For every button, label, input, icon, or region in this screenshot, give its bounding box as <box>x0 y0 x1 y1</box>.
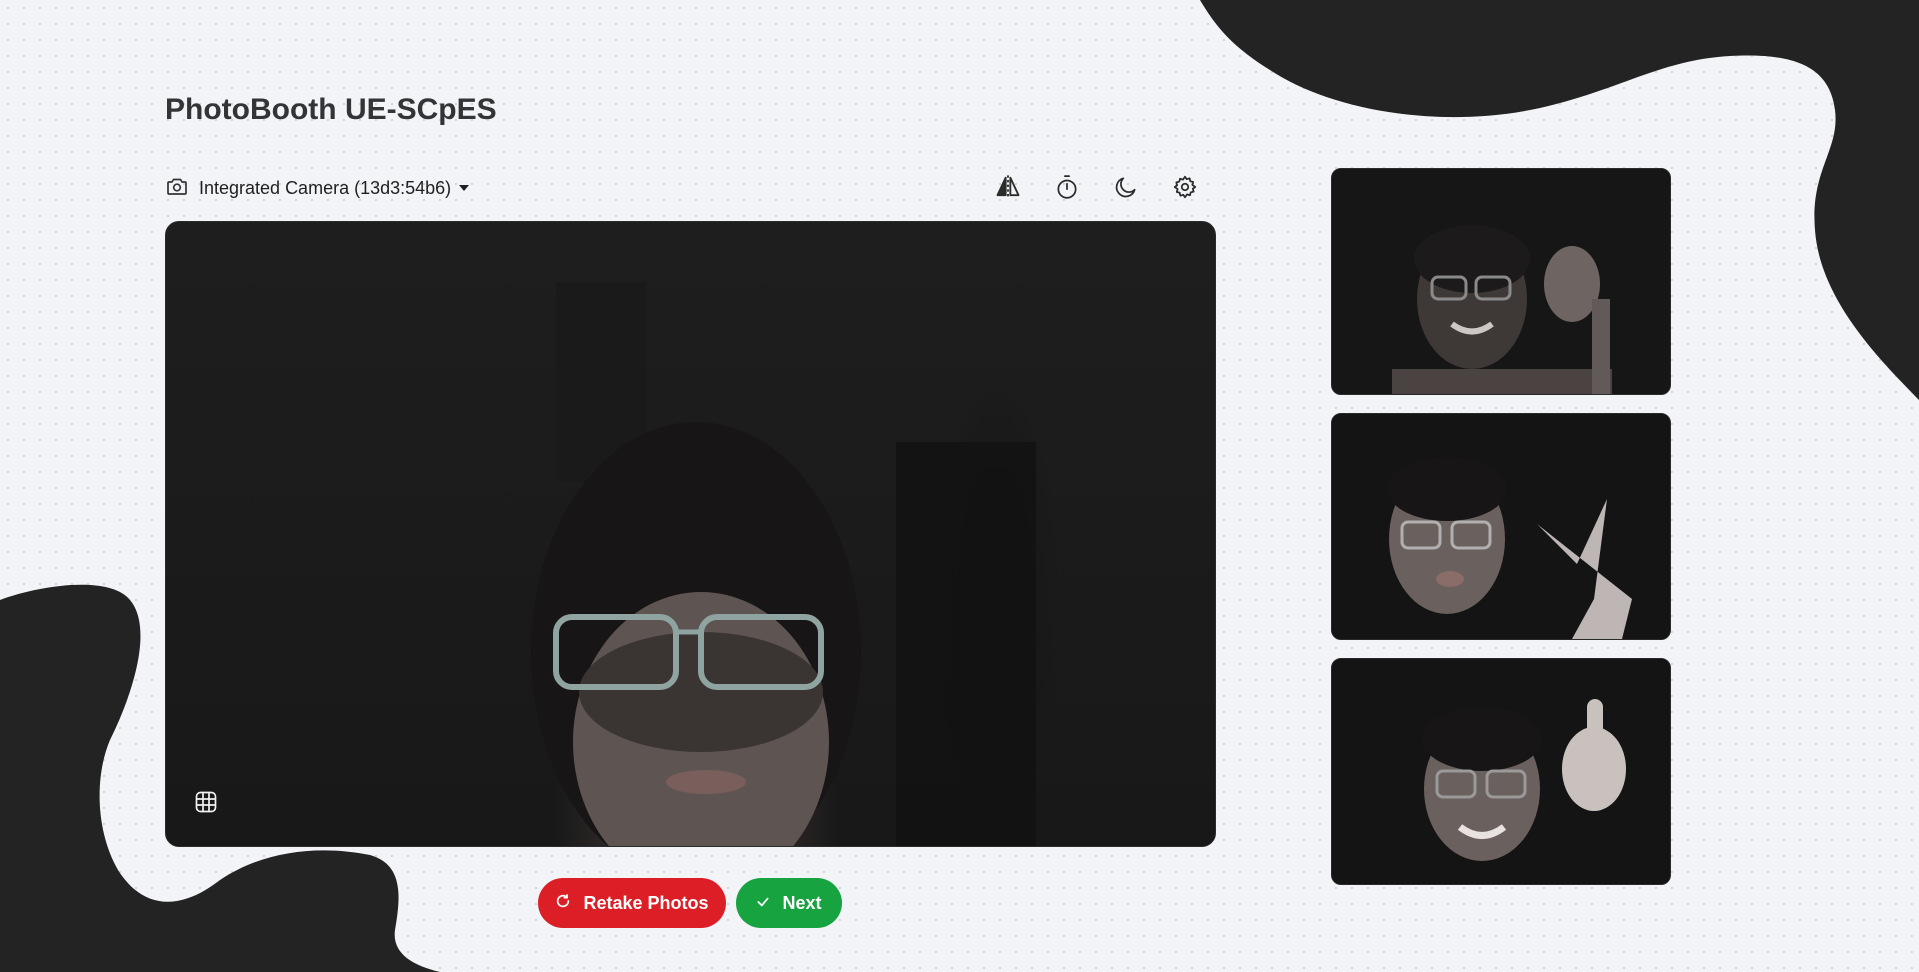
next-button[interactable]: Next <box>736 878 842 928</box>
next-label: Next <box>782 892 822 913</box>
chevron-down-icon <box>459 185 470 191</box>
check-icon <box>756 893 770 914</box>
mirror-flip-icon[interactable] <box>993 172 1023 202</box>
live-feed-frame <box>531 282 1036 846</box>
retake-photos-button[interactable]: Retake Photos <box>538 878 726 928</box>
camera-select-label: Integrated Camera (13d3:54b6) <box>199 177 452 198</box>
refresh-icon <box>555 893 571 914</box>
moon-icon[interactable] <box>1111 172 1141 202</box>
retake-photos-label: Retake Photos <box>583 892 709 913</box>
camera-select[interactable]: Integrated Camera (13d3:54b6) <box>165 174 470 203</box>
camera-icon <box>165 174 189 203</box>
captured-photo-1[interactable] <box>1331 168 1671 395</box>
camera-preview <box>165 221 1216 847</box>
page-title: PhotoBooth UE-SCpES <box>165 93 497 126</box>
captured-photo-2[interactable] <box>1331 413 1671 640</box>
timer-icon[interactable] <box>1052 172 1082 202</box>
gear-icon[interactable] <box>1170 172 1200 202</box>
grid-icon[interactable] <box>194 790 222 818</box>
camera-toolbar <box>993 172 1200 202</box>
captured-photo-3[interactable] <box>1331 658 1671 885</box>
